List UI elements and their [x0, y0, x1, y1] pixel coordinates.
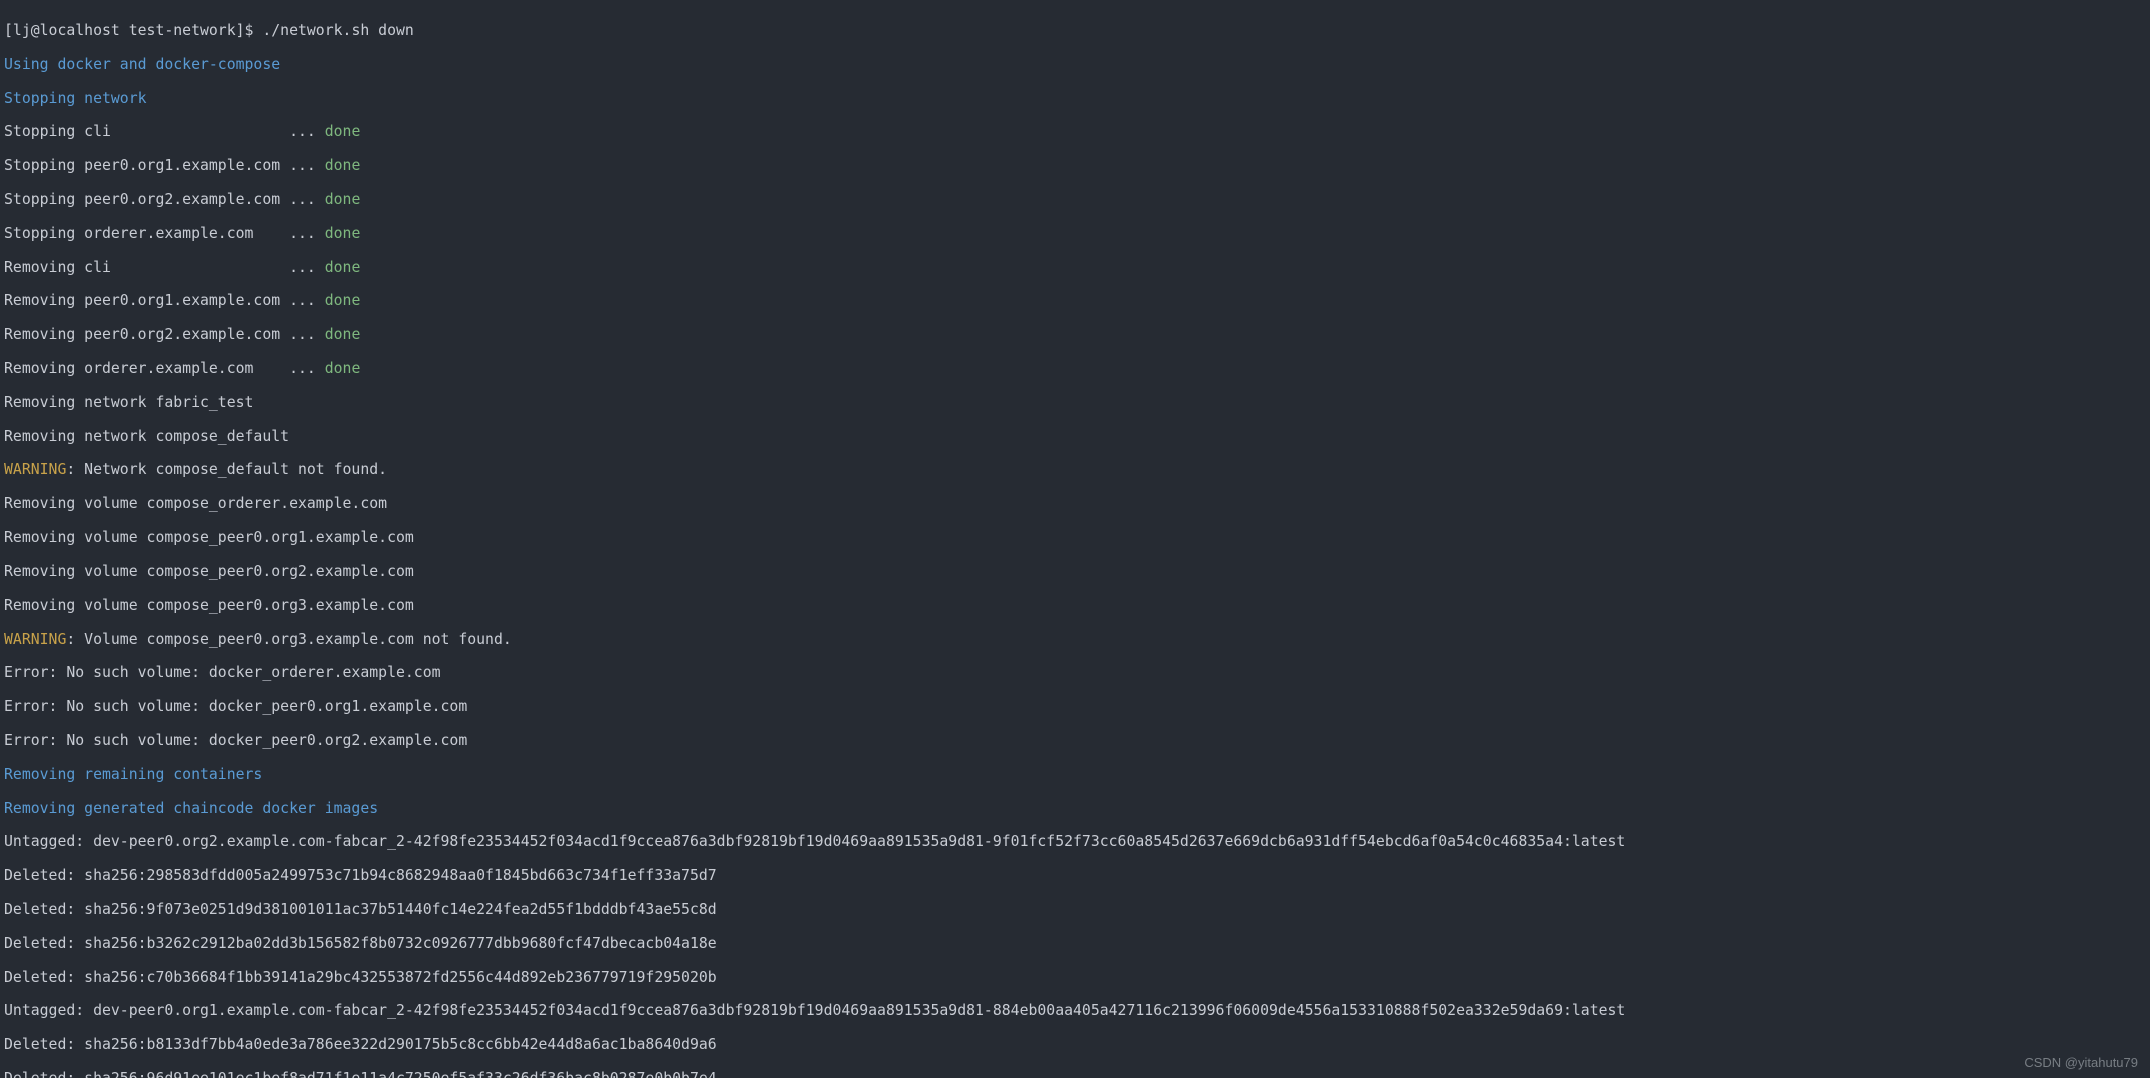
- status-done: done: [325, 191, 361, 208]
- untagged-line: Untagged: dev-peer0.org1.example.com-fab…: [4, 1003, 2146, 1020]
- status-done: done: [325, 326, 361, 343]
- log-line: Stopping orderer.example.com ...: [4, 225, 325, 242]
- status-done: done: [325, 292, 361, 309]
- log-line: Removing network compose_default: [4, 429, 2146, 446]
- warning-label: WARNING: [4, 631, 66, 648]
- deleted-line: Deleted: sha256:298583dfdd005a2499753c71…: [4, 868, 2146, 885]
- info-line: Removing remaining containers: [4, 767, 2146, 784]
- info-line: Using docker and docker-compose: [4, 57, 2146, 74]
- deleted-line: Deleted: sha256:c70b36684f1bb39141a29bc4…: [4, 970, 2146, 987]
- log-line: Removing volume compose_peer0.org2.examp…: [4, 564, 2146, 581]
- warning-label: WARNING: [4, 461, 66, 478]
- status-done: done: [325, 360, 361, 377]
- watermark-text: CSDN @yitahutu79: [2024, 1055, 2138, 1072]
- error-line: Error: No such volume: docker_peer0.org1…: [4, 699, 2146, 716]
- status-done: done: [325, 123, 361, 140]
- log-line: Removing orderer.example.com ...: [4, 360, 325, 377]
- warning-text: : Network compose_default not found.: [66, 461, 387, 478]
- error-line: Error: No such volume: docker_orderer.ex…: [4, 665, 2146, 682]
- command-text: ./network.sh down: [262, 22, 413, 39]
- status-done: done: [325, 259, 361, 276]
- log-line: Removing peer0.org2.example.com ...: [4, 326, 325, 343]
- deleted-line: Deleted: sha256:96d91ee101ec1bef8ad71f1e…: [4, 1071, 2146, 1078]
- untagged-line: Untagged: dev-peer0.org2.example.com-fab…: [4, 834, 2146, 851]
- log-line: Removing volume compose_peer0.org1.examp…: [4, 530, 2146, 547]
- deleted-line: Deleted: sha256:b8133df7bb4a0ede3a786ee3…: [4, 1037, 2146, 1054]
- error-line: Error: No such volume: docker_peer0.org2…: [4, 733, 2146, 750]
- log-line: Stopping peer0.org2.example.com ...: [4, 191, 325, 208]
- shell-prompt: [lj@localhost test-network]$: [4, 22, 262, 39]
- warning-text: : Volume compose_peer0.org3.example.com …: [66, 631, 511, 648]
- log-line: Removing peer0.org1.example.com ...: [4, 292, 325, 309]
- log-line: Stopping cli ...: [4, 123, 325, 140]
- terminal-output[interactable]: [lj@localhost test-network]$ ./network.s…: [0, 0, 2150, 1078]
- status-done: done: [325, 157, 361, 174]
- log-line: Removing volume compose_orderer.example.…: [4, 496, 2146, 513]
- log-line: Stopping peer0.org1.example.com ...: [4, 157, 325, 174]
- log-line: Removing network fabric_test: [4, 395, 2146, 412]
- deleted-line: Deleted: sha256:9f073e0251d9d381001011ac…: [4, 902, 2146, 919]
- deleted-line: Deleted: sha256:b3262c2912ba02dd3b156582…: [4, 936, 2146, 953]
- info-line: Removing generated chaincode docker imag…: [4, 801, 2146, 818]
- info-line: Stopping network: [4, 91, 2146, 108]
- log-line: Removing cli ...: [4, 259, 325, 276]
- log-line: Removing volume compose_peer0.org3.examp…: [4, 598, 2146, 615]
- status-done: done: [325, 225, 361, 242]
